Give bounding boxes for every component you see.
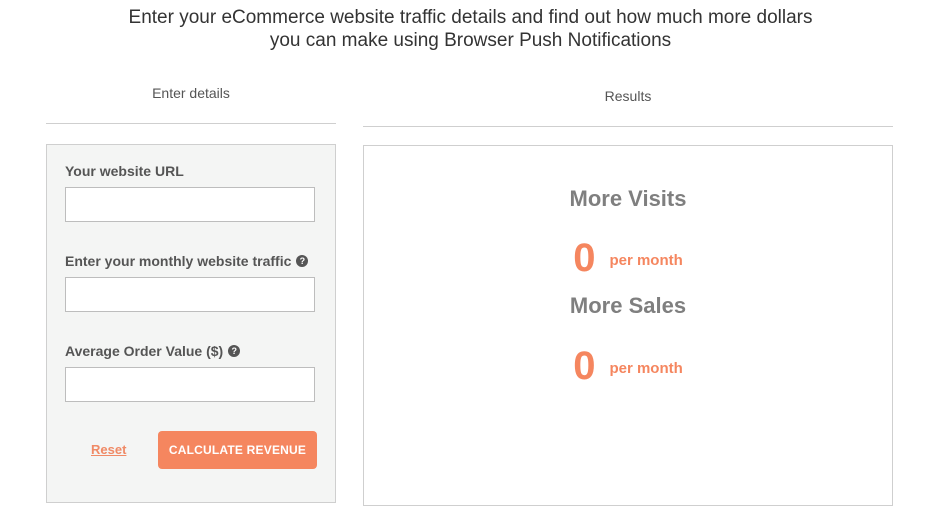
calculate-revenue-button[interactable]: CALCULATE REVENUE <box>158 431 317 469</box>
more-visits-result: 0 per month <box>364 238 892 278</box>
average-order-value-label: Average Order Value ($) ? <box>65 343 241 359</box>
enter-details-divider <box>46 123 336 124</box>
average-order-value-input[interactable] <box>65 367 315 402</box>
website-url-input[interactable] <box>65 187 315 222</box>
question-circle-icon[interactable]: ? <box>296 255 309 267</box>
average-order-value-label-text: Average Order Value ($) <box>65 343 224 359</box>
more-visits-unit: per month <box>609 251 683 269</box>
revenue-calculator-page: Enter your eCommerce website traffic det… <box>0 0 941 520</box>
enter-details-heading: Enter details <box>152 85 230 101</box>
page-headline: Enter your eCommerce website traffic det… <box>0 6 941 52</box>
details-form: Your website URL Enter your monthly webs… <box>46 144 336 503</box>
more-sales-value: 0 <box>573 344 596 388</box>
monthly-traffic-input[interactable] <box>65 277 315 312</box>
website-url-label: Your website URL <box>65 163 184 179</box>
more-visits-title: More Visits <box>569 186 687 211</box>
reset-link[interactable]: Reset <box>91 442 126 457</box>
headline-line-1: Enter your eCommerce website traffic det… <box>128 7 813 28</box>
question-circle-icon[interactable]: ? <box>228 345 241 357</box>
headline-line-2: you can make using Browser Push Notifica… <box>269 30 672 51</box>
results-heading: Results <box>604 88 652 104</box>
more-sales-unit: per month <box>609 359 683 377</box>
monthly-traffic-label-text: Enter your monthly website traffic <box>65 253 292 269</box>
results-divider <box>363 126 893 127</box>
website-url-label-text: Your website URL <box>65 163 184 179</box>
monthly-traffic-label: Enter your monthly website traffic ? <box>65 253 309 269</box>
more-sales-title: More Sales <box>569 293 687 318</box>
more-visits-value: 0 <box>573 236 596 280</box>
results-panel: More Visits 0 per month More Sales 0 per… <box>363 145 893 506</box>
more-sales-result: 0 per month <box>364 346 892 386</box>
